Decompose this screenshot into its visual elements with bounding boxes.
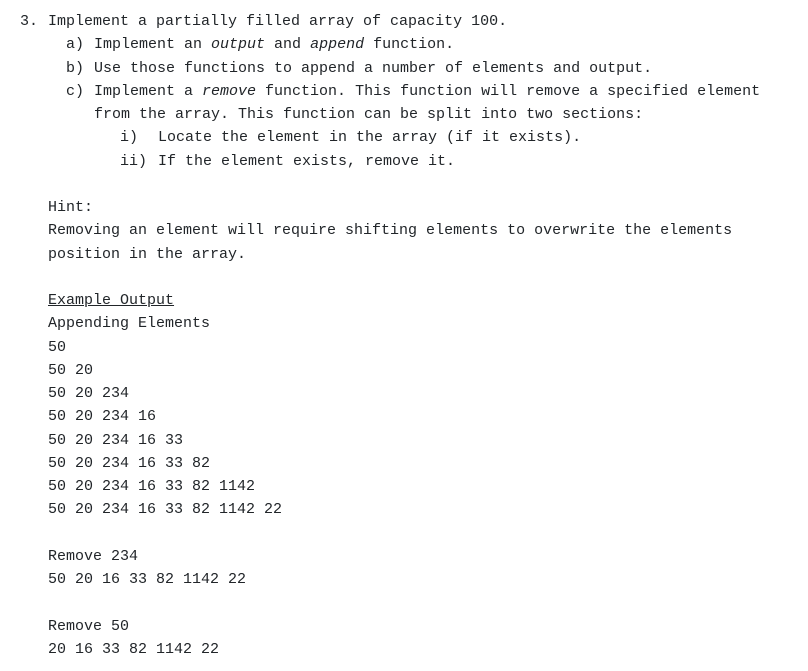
sub-text: Use those functions to append a number o…	[94, 57, 788, 80]
subsub-text: Locate the element in the array (if it e…	[158, 126, 581, 149]
hint-heading: Hint:	[48, 196, 788, 219]
question-body: Implement a partially filled array of ca…	[48, 10, 788, 661]
appending-title: Appending Elements	[48, 312, 788, 335]
sub-item-b: b) Use those functions to append a numbe…	[66, 57, 788, 80]
sub-label: a)	[66, 33, 94, 56]
sub-list: a) Implement an output and append functi…	[48, 33, 788, 173]
output-line: 50 20 234	[48, 382, 788, 405]
sub-label: c)	[66, 80, 94, 173]
hint-text: Removing an element will require shiftin…	[48, 219, 788, 266]
subsub-label: ii)	[120, 150, 158, 173]
hint-block: Hint: Removing an element will require s…	[48, 196, 788, 266]
question-prompt: Implement a partially filled array of ca…	[48, 10, 788, 33]
text: Implement an	[94, 36, 211, 53]
output-line: 50 20 234 16 33 82 1142	[48, 475, 788, 498]
output-line: 50 20 16 33 82 1142 22	[48, 568, 788, 591]
sub-text: Implement a remove function. This functi…	[94, 80, 788, 173]
subsub-label: i)	[120, 126, 158, 149]
output-line: 50 20 234 16	[48, 405, 788, 428]
text: and	[265, 36, 310, 53]
italic-term: append	[310, 36, 364, 53]
subsub-list: i) Locate the element in the array (if i…	[94, 126, 788, 173]
example-heading: Example Output	[48, 289, 788, 312]
italic-term: output	[211, 36, 265, 53]
sub-label: b)	[66, 57, 94, 80]
remove-1-title: Remove 234	[48, 545, 788, 568]
subsub-item-ii: ii) If the element exists, remove it.	[120, 150, 788, 173]
sub-item-c: c) Implement a remove function. This fun…	[66, 80, 788, 173]
output-line: 50 20 234 16 33	[48, 429, 788, 452]
example-output-block: Example Output Appending Elements 50 50 …	[48, 289, 788, 661]
output-line: 50 20	[48, 359, 788, 382]
output-line: 50	[48, 336, 788, 359]
sub-text: Implement an output and append function.	[94, 33, 788, 56]
subsub-item-i: i) Locate the element in the array (if i…	[120, 126, 788, 149]
output-line: 50 20 234 16 33 82 1142 22	[48, 498, 788, 521]
text: function.	[364, 36, 454, 53]
question-number: 3.	[20, 10, 48, 661]
subsub-text: If the element exists, remove it.	[158, 150, 455, 173]
remove-2-title: Remove 50	[48, 615, 788, 638]
italic-term: remove	[202, 83, 256, 100]
output-line: 20 16 33 82 1142 22	[48, 638, 788, 661]
output-line: 50 20 234 16 33 82	[48, 452, 788, 475]
sub-item-a: a) Implement an output and append functi…	[66, 33, 788, 56]
text: Implement a	[94, 83, 202, 100]
question-block: 3. Implement a partially filled array of…	[20, 10, 788, 661]
